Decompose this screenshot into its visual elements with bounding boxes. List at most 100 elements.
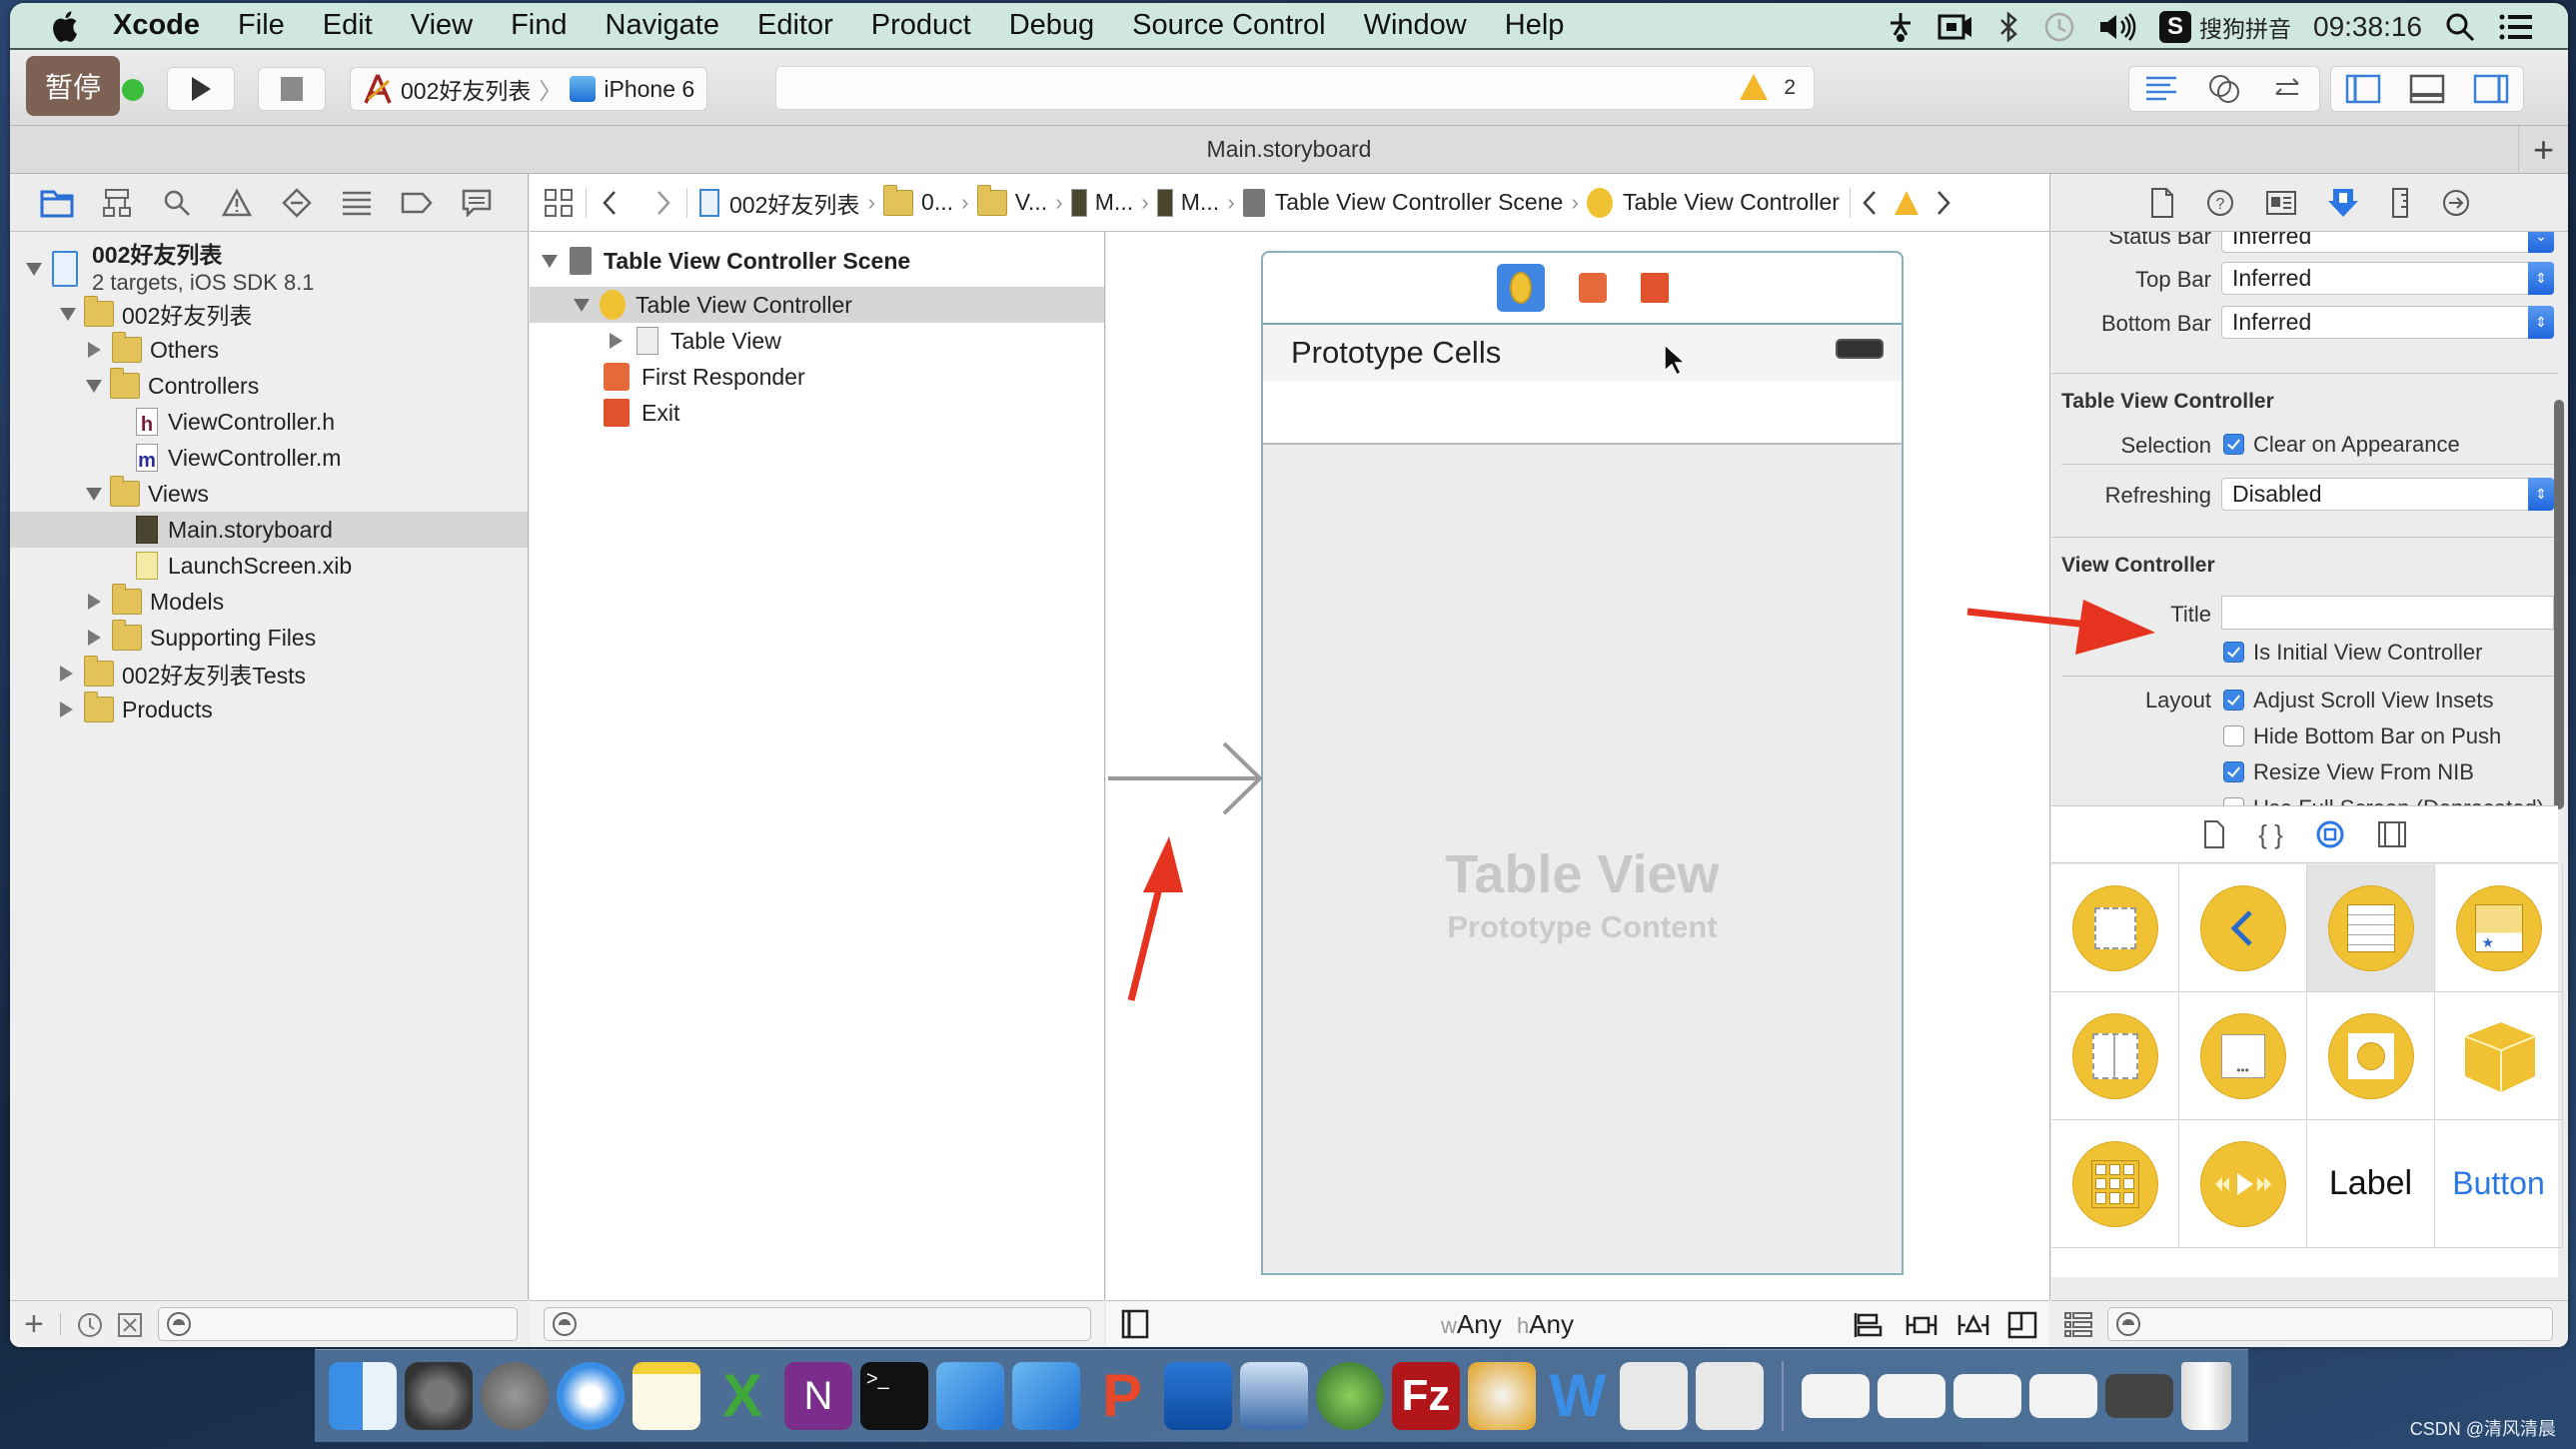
add-file-icon[interactable]: + <box>24 1305 44 1344</box>
dock-evernote-icon[interactable] <box>1316 1362 1384 1430</box>
dock-trash-icon[interactable] <box>2181 1362 2231 1430</box>
dock-safari-icon[interactable] <box>557 1362 625 1430</box>
is-initial-view-controller-checkbox[interactable] <box>2223 642 2244 663</box>
stop-button[interactable] <box>258 67 326 111</box>
library-item-navigation-controller[interactable] <box>2179 864 2307 992</box>
disclosure-down-icon[interactable] <box>574 298 590 312</box>
nav-group-controllers[interactable]: Controllers <box>10 368 528 404</box>
dock-video-icon[interactable] <box>1240 1362 1308 1430</box>
disclosure-right-icon[interactable] <box>88 594 101 610</box>
title-field[interactable] <box>2221 596 2554 630</box>
disclosure-right-icon[interactable] <box>88 342 101 358</box>
back-chevron-icon[interactable] <box>599 188 623 218</box>
dock-launchpad-icon[interactable] <box>481 1362 549 1430</box>
disclosure-down-icon[interactable] <box>86 487 102 501</box>
standard-editor-icon[interactable] <box>2144 75 2178 103</box>
library-item-collection-view-controller[interactable] <box>2051 1120 2179 1248</box>
dock-word-icon[interactable]: W <box>1544 1362 1612 1430</box>
tab-main-storyboard[interactable]: Main.storyboard <box>1207 136 1372 163</box>
crumb-group[interactable]: 0... <box>921 189 953 216</box>
nav-group-supporting-files[interactable]: Supporting Files <box>10 620 528 656</box>
dock-minimized-window-5[interactable] <box>2105 1374 2173 1418</box>
warning-count[interactable]: 2 <box>1784 76 1796 100</box>
outline-item-first-responder[interactable]: First Responder <box>530 359 1104 395</box>
menu-edit[interactable]: Edit <box>304 9 392 42</box>
dock-presentation-icon[interactable]: P <box>1088 1362 1156 1430</box>
disclosure-right-icon[interactable] <box>60 702 73 718</box>
nav-file-main-storyboard[interactable]: Main.storyboard <box>10 512 528 548</box>
outline-item-table-view-controller[interactable]: Table View Controller <box>530 287 1104 323</box>
show-document-outline-icon[interactable] <box>1120 1309 1150 1339</box>
dock-minimized-window-4[interactable] <box>2029 1374 2097 1418</box>
input-method-menu[interactable]: S 搜狗拼音 <box>2159 10 2291 44</box>
run-button[interactable] <box>167 67 235 111</box>
toggle-utilities-icon[interactable] <box>2473 74 2509 104</box>
menu-file[interactable]: File <box>219 9 304 42</box>
scissors-icon[interactable] <box>1886 11 1916 43</box>
dock-minimized-window-1[interactable] <box>1802 1374 1870 1418</box>
dock-view-controller-icon[interactable] <box>1496 264 1545 312</box>
window-zoom-button[interactable] <box>122 79 144 101</box>
outline-filter-input[interactable] <box>544 1307 1091 1341</box>
dock-onenote-icon[interactable]: N <box>784 1362 852 1430</box>
dock-snip-icon[interactable] <box>1164 1362 1232 1430</box>
disclosure-right-icon[interactable] <box>610 333 623 349</box>
outline-scene-row[interactable]: Table View Controller Scene <box>530 243 1104 279</box>
nav-group-products[interactable]: Products <box>10 692 528 727</box>
version-editor-icon[interactable] <box>2270 74 2304 104</box>
nav-file-viewcontroller-h[interactable]: h ViewController.h <box>10 404 528 440</box>
pause-overlay-badge[interactable]: 暂停 <box>26 56 120 116</box>
crumb-controller[interactable]: Table View Controller <box>1623 189 1840 216</box>
dock-paintbrush-icon[interactable] <box>1468 1362 1536 1430</box>
menu-debug[interactable]: Debug <box>990 9 1113 42</box>
apple-menu-icon[interactable] <box>50 9 84 43</box>
media-library-icon[interactable] <box>2377 820 2407 848</box>
size-inspector-icon[interactable] <box>2389 187 2411 219</box>
top-bar-popup[interactable]: Inferred ⇕ <box>2221 262 2554 295</box>
disclosure-right-icon[interactable] <box>60 666 73 682</box>
issue-navigator-tab[interactable] <box>218 184 256 222</box>
menu-clock[interactable]: 09:38:16 <box>2313 11 2422 43</box>
outline-item-table-view[interactable]: Table View <box>530 323 1104 359</box>
notification-center-icon[interactable] <box>2498 12 2534 42</box>
volume-icon[interactable] <box>2097 12 2137 42</box>
source-control-status-icon[interactable] <box>116 1311 144 1339</box>
toggle-debug-area-icon[interactable] <box>2409 74 2445 104</box>
refreshing-popup[interactable]: Disabled ⇕ <box>2221 478 2554 511</box>
dock-notes-icon[interactable] <box>633 1362 700 1430</box>
crumb-storyboard-base[interactable]: M... <box>1181 189 1219 216</box>
recent-files-clock-icon[interactable] <box>76 1311 104 1339</box>
dock-xcode-icon[interactable] <box>936 1362 1004 1430</box>
disclosure-down-icon[interactable] <box>86 379 102 393</box>
screen-record-icon[interactable] <box>1937 12 1973 42</box>
dock-exit-icon[interactable] <box>1640 273 1669 303</box>
dock-first-responder-icon[interactable] <box>1578 273 1607 303</box>
dock-system-preferences-icon[interactable] <box>405 1362 473 1430</box>
clear-on-appearance-checkbox[interactable] <box>2223 434 2244 455</box>
breakpoint-navigator-tab[interactable] <box>398 184 436 222</box>
crumb-storyboard[interactable]: M... <box>1095 189 1133 216</box>
table-view-placeholder[interactable]: Table View Prototype Content <box>1263 443 1902 1273</box>
list-view-toggle-icon[interactable] <box>2063 1311 2093 1339</box>
crumb-views[interactable]: V... <box>1015 189 1047 216</box>
project-navigator-tab[interactable] <box>38 184 76 222</box>
warning-icon[interactable] <box>1740 74 1768 100</box>
library-item-object[interactable] <box>2435 992 2563 1120</box>
previous-issue-icon[interactable] <box>1861 188 1881 218</box>
connections-inspector-icon[interactable] <box>2441 188 2471 218</box>
library-item-table-view-controller[interactable] <box>2307 864 2435 992</box>
next-issue-icon[interactable] <box>1932 188 1952 218</box>
storyboard-canvas[interactable]: Prototype Cells Table View Prototype Con… <box>1106 174 2050 1347</box>
toggle-navigator-icon[interactable] <box>2345 74 2381 104</box>
resolve-auto-layout-icon[interactable] <box>1957 1311 1989 1339</box>
resize-view-from-nib-checkbox[interactable] <box>2223 761 2244 782</box>
crumb-scene[interactable]: Table View Controller Scene <box>1275 189 1564 216</box>
file-template-library-icon[interactable] <box>2202 819 2226 849</box>
align-icon[interactable] <box>1853 1311 1883 1339</box>
attributes-inspector-icon[interactable] <box>2327 187 2359 219</box>
navigator-filter-input[interactable] <box>158 1307 518 1341</box>
nav-group-models[interactable]: Models <box>10 584 528 620</box>
bluetooth-icon[interactable] <box>1995 11 2021 42</box>
file-inspector-icon[interactable] <box>2149 187 2175 219</box>
code-snippet-library-icon[interactable]: { } <box>2258 819 2283 850</box>
